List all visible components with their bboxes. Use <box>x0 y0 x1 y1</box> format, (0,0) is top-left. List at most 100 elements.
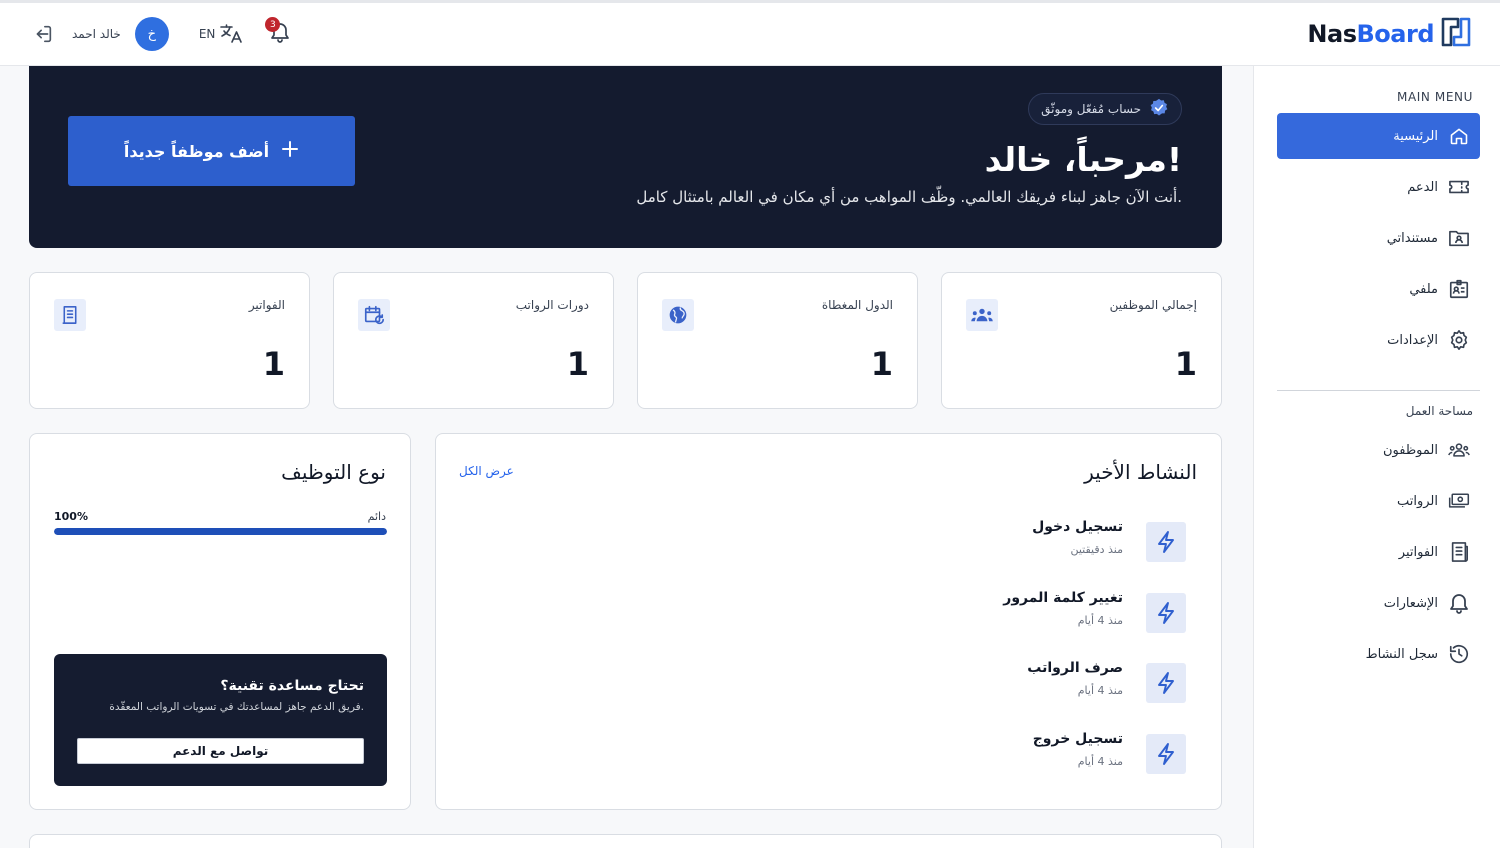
employment-type-percent: 100% <box>54 510 88 523</box>
add-employee-button[interactable]: أضف موظفاً جديداً <box>68 116 355 186</box>
sidebar-item-home[interactable]: الرئيسية <box>1277 113 1480 159</box>
support-card: تحتاج مساعدة تقنية؟ فريق الدعم جاهز لمسا… <box>54 654 387 786</box>
activity-name: تسجيل خروج <box>1032 731 1123 747</box>
sidebar-item-label: الرواتب <box>1396 493 1438 509</box>
contact-support-button[interactable]: تواصل مع الدعم <box>77 738 364 764</box>
home-icon <box>1448 125 1470 147</box>
sidebar-item-payroll[interactable]: الرواتب <box>1277 478 1480 524</box>
stat-value: 1 <box>566 345 589 383</box>
activity-name: تسجيل دخول <box>1032 519 1123 535</box>
sidebar-item-employees[interactable]: الموظفون <box>1277 427 1480 473</box>
activity-time: منذ دقيقتين <box>1070 543 1123 556</box>
sidebar-divider <box>1277 390 1480 391</box>
sidebar-item-label: الفواتير <box>1398 544 1438 560</box>
employment-progress-fill <box>54 528 387 535</box>
brand-name-part2: Board <box>1356 20 1435 48</box>
sidebar-item-label: الرئيسية <box>1393 128 1438 144</box>
sidebar-item-support[interactable]: الدعم <box>1277 164 1480 210</box>
user-name[interactable]: خالد احمد <box>72 27 121 41</box>
activity-time: منذ 4 أيام <box>1077 684 1123 697</box>
stat-label: الدول المغطاة <box>821 298 893 312</box>
folder-user-icon <box>1448 227 1470 249</box>
welcome-hero: حساب مُفعّل وموثّق مرحباً، خالد! أنت الآ… <box>29 66 1222 248</box>
top-header: خالد احمد خ EN 3 NasBoard <box>0 3 1500 66</box>
verified-check-icon <box>1149 98 1169 121</box>
bell-icon <box>1448 592 1470 614</box>
activity-item[interactable]: تغيير كلمة المرور منذ 4 أيام <box>586 590 1186 634</box>
gear-icon <box>1448 329 1470 351</box>
activity-time: منذ 4 أيام <box>1077 755 1123 768</box>
sidebar-item-label: مستنداتي <box>1386 230 1438 246</box>
stat-value: 1 <box>262 345 285 383</box>
sidebar-item-documents[interactable]: مستنداتي <box>1277 215 1480 261</box>
sidebar-item-label: الإعدادات <box>1387 332 1438 348</box>
sidebar-item-profile[interactable]: ملفي <box>1277 266 1480 312</box>
sidebar-item-label: الدعم <box>1407 179 1438 195</box>
recent-activity-panel: النشاط الأخير عرض الكل تسجيل دخول منذ دق… <box>435 433 1222 810</box>
employment-type-label: دائم <box>367 510 386 523</box>
lightning-icon <box>1146 663 1186 703</box>
welcome-title: مرحباً، خالد! <box>984 140 1182 179</box>
users-icon <box>966 299 998 331</box>
logout-icon[interactable] <box>30 21 56 47</box>
stat-card-countries[interactable]: الدول المغطاة 1 <box>637 272 918 409</box>
employment-type-panel: نوع التوظيف دائم 100% تحتاج مساعدة تقنية… <box>29 433 411 810</box>
lightning-icon <box>1146 734 1186 774</box>
brand-logo[interactable]: NasBoard <box>1307 17 1472 51</box>
sidebar-item-invoices[interactable]: الفواتير <box>1277 529 1480 575</box>
language-switcher[interactable]: EN <box>199 22 244 47</box>
bottom-card <box>29 834 1222 848</box>
verified-badge-label: حساب مُفعّل وموثّق <box>1041 102 1141 116</box>
users-icon <box>1448 439 1470 461</box>
stat-label: إجمالي الموظفين <box>1109 298 1197 312</box>
sidebar-item-activity-log[interactable]: سجل النشاط <box>1277 631 1480 677</box>
stat-card-payroll-cycles[interactable]: دورات الرواتب 1 <box>333 272 614 409</box>
language-label: EN <box>198 27 216 41</box>
activity-name: تغيير كلمة المرور <box>1003 590 1123 606</box>
workspace-heading: مساحة العمل <box>1405 404 1473 418</box>
notifications-button[interactable]: 3 <box>265 17 293 47</box>
stat-label: الفواتير <box>248 298 285 312</box>
lightning-icon <box>1146 522 1186 562</box>
welcome-subtitle: أنت الآن جاهز لبناء فريقك العالمي. وظّف … <box>636 188 1182 206</box>
sidebar-item-label: الإشعارات <box>1383 595 1438 611</box>
stat-card-invoices[interactable]: الفواتير 1 <box>29 272 310 409</box>
stat-card-employees[interactable]: إجمالي الموظفين 1 <box>941 272 1222 409</box>
verified-badge: حساب مُفعّل وموثّق <box>1028 93 1182 125</box>
main-menu-heading: MAIN MENU <box>1397 90 1473 104</box>
lightning-icon <box>1146 593 1186 633</box>
calendar-refresh-icon <box>358 299 390 331</box>
recent-activity-title: النشاط الأخير <box>1084 460 1197 484</box>
sidebar: MAIN MENU الرئيسية الدعم مستنداتي ملفي ا… <box>1253 66 1500 848</box>
activity-item[interactable]: صرف الرواتب منذ 4 أيام <box>586 660 1186 704</box>
support-title: تحتاج مساعدة تقنية؟ <box>220 678 364 694</box>
sidebar-item-settings[interactable]: الإعدادات <box>1277 317 1480 363</box>
stat-value: 1 <box>1174 345 1197 383</box>
employment-progress-track <box>54 528 387 535</box>
employment-type-title: نوع التوظيف <box>281 460 386 484</box>
id-card-icon <box>1448 278 1470 300</box>
sidebar-item-label: سجل النشاط <box>1365 646 1438 662</box>
sidebar-item-notifications[interactable]: الإشعارات <box>1277 580 1480 626</box>
receipt-icon <box>54 299 86 331</box>
money-icon <box>1448 490 1470 512</box>
view-all-link[interactable]: عرض الكل <box>459 464 514 478</box>
globe-icon <box>662 299 694 331</box>
translate-icon <box>219 22 243 47</box>
receipt-icon <box>1448 541 1470 563</box>
sidebar-item-label: الموظفون <box>1383 442 1438 458</box>
activity-name: صرف الرواتب <box>1027 660 1123 676</box>
stat-label: دورات الرواتب <box>515 298 589 312</box>
plus-icon <box>281 140 299 162</box>
activity-item[interactable]: تسجيل دخول منذ دقيقتين <box>586 519 1186 563</box>
activity-item[interactable]: تسجيل خروج منذ 4 أيام <box>586 731 1186 775</box>
history-icon <box>1448 643 1470 665</box>
brand-name-part1: Nas <box>1307 20 1357 48</box>
header-user-area: خالد احمد خ EN 3 <box>30 16 293 52</box>
avatar[interactable]: خ <box>134 17 169 51</box>
add-employee-label: أضف موظفاً جديداً <box>123 141 270 161</box>
stat-value: 1 <box>870 345 893 383</box>
brand-name: NasBoard <box>1307 20 1434 48</box>
ticket-icon <box>1448 176 1470 198</box>
sidebar-item-label: ملفي <box>1409 281 1438 297</box>
